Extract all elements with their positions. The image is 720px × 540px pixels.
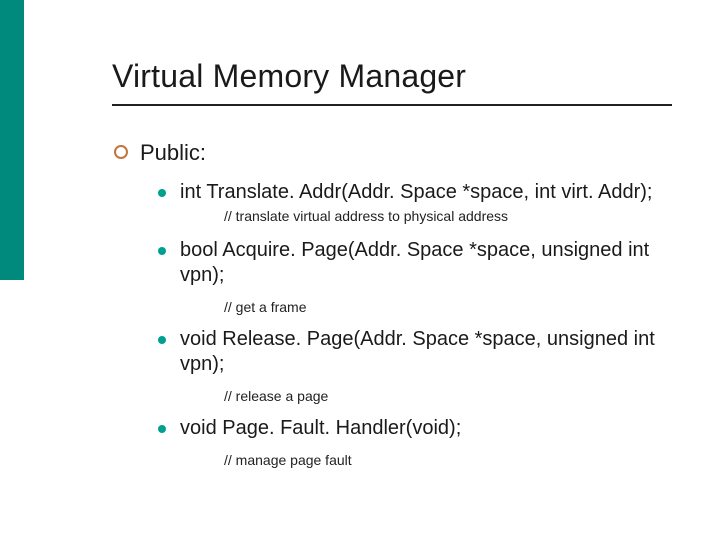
accent-bar: [0, 0, 24, 280]
dot-icon: [158, 425, 166, 433]
method-comment: // get a frame: [224, 299, 680, 315]
title-underline: [112, 104, 672, 106]
slide-body: Public: int Translate. Addr(Addr. Space …: [114, 140, 680, 480]
dot-icon: [158, 247, 166, 255]
list-item: bool Acquire. Page(Addr. Space *space, u…: [158, 238, 680, 289]
method-comment: // release a page: [224, 388, 680, 404]
method-list: int Translate. Addr(Addr. Space *space, …: [158, 180, 680, 468]
method-signature: void Release. Page(Addr. Space *space, u…: [180, 328, 655, 376]
list-item: void Release. Page(Addr. Space *space, u…: [158, 327, 680, 378]
method-comment: // manage page fault: [224, 452, 680, 468]
method-signature: int Translate. Addr(Addr. Space *space, …: [180, 181, 652, 203]
dot-icon: [158, 336, 166, 344]
method-signature: void Page. Fault. Handler(void);: [180, 417, 461, 439]
title-area: Virtual Memory Manager: [112, 58, 684, 95]
list-item: int Translate. Addr(Addr. Space *space, …: [158, 180, 680, 206]
hollow-circle-icon: [114, 145, 128, 159]
dot-icon: [158, 189, 166, 197]
list-item: void Page. Fault. Handler(void);: [158, 416, 680, 442]
method-signature: bool Acquire. Page(Addr. Space *space, u…: [180, 239, 649, 287]
slide-title: Virtual Memory Manager: [112, 58, 684, 95]
method-comment: // translate virtual address to physical…: [224, 208, 680, 224]
section-public: Public:: [114, 140, 680, 166]
section-label: Public:: [140, 140, 206, 165]
slide: Virtual Memory Manager Public: int Trans…: [0, 0, 720, 540]
